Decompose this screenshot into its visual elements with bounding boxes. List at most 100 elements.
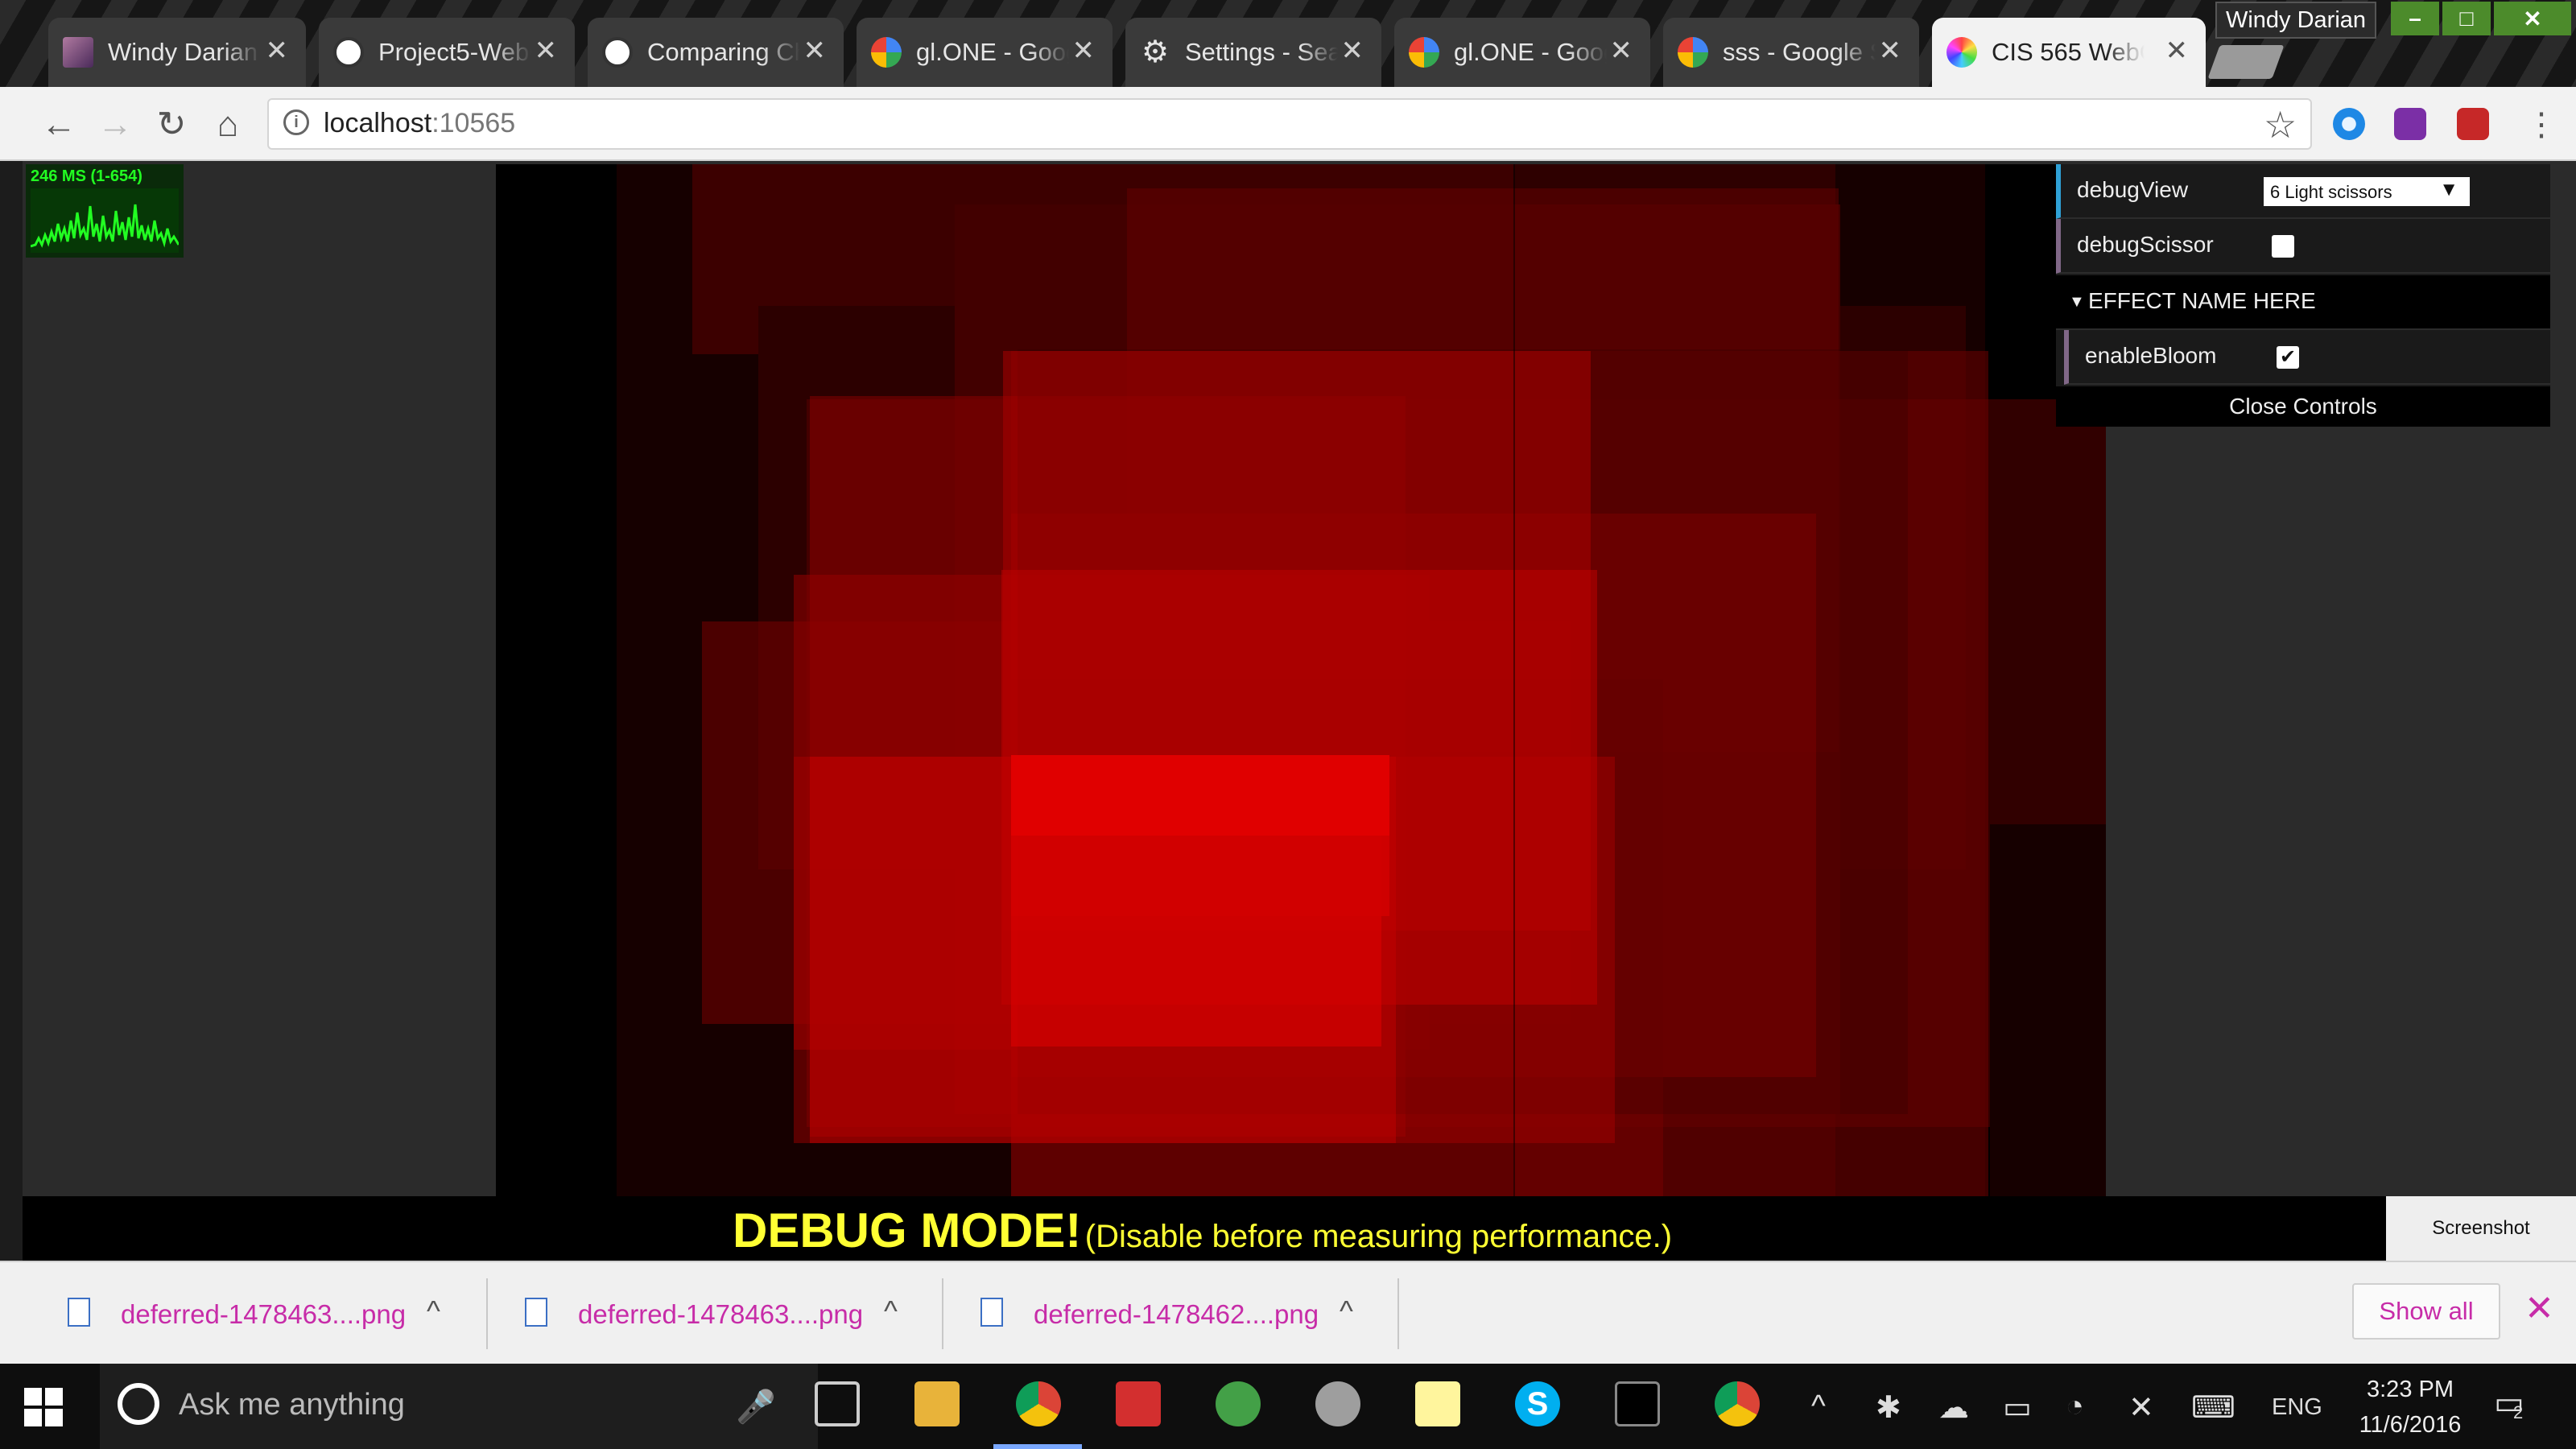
task-view-icon[interactable] xyxy=(815,1381,860,1426)
tab-label: CIS 565 WebGL xyxy=(1992,38,2145,66)
tab-project5[interactable]: Project5-WebGL ✕ xyxy=(319,18,575,87)
maximize-button[interactable]: □ xyxy=(2442,2,2491,35)
info-icon[interactable]: i xyxy=(283,109,309,135)
dropdown-arrow-icon: ▼ xyxy=(2439,179,2458,200)
blue-circle-extension-icon[interactable] xyxy=(2333,108,2365,140)
download-item[interactable]: deferred-1478462....png ^ xyxy=(937,1262,1394,1364)
acrobat-icon[interactable] xyxy=(1116,1381,1161,1426)
app-icon[interactable] xyxy=(1315,1381,1360,1426)
chrome-icon[interactable] xyxy=(1715,1381,1760,1426)
image-file-icon xyxy=(980,1298,1003,1327)
address-bar[interactable]: i localhost:10565 ☆ xyxy=(267,98,2312,150)
webgl-icon xyxy=(1946,37,1977,68)
tab-label: Project5-WebGL xyxy=(378,38,531,66)
chevron-up-icon[interactable]: ^ xyxy=(884,1294,898,1328)
tab-windy-darian[interactable]: Windy Darian ✕ xyxy=(48,18,306,87)
download-item[interactable]: deferred-1478463....png ^ xyxy=(24,1262,481,1364)
onenote-icon[interactable] xyxy=(2394,108,2426,140)
tab-cis565[interactable]: CIS 565 WebGL ✕ xyxy=(1932,18,2206,87)
volume-muted-icon[interactable]: ✕ xyxy=(2128,1389,2154,1426)
chevron-up-icon[interactable]: ^ xyxy=(427,1294,440,1328)
tab-label: gl.ONE - Google xyxy=(916,38,1069,66)
debugscissor-label: debugScissor xyxy=(2077,232,2214,257)
close-icon[interactable]: ✕ xyxy=(266,37,289,64)
language-indicator[interactable]: ENG xyxy=(2272,1394,2322,1421)
debugscissor-checkbox[interactable] xyxy=(2272,235,2294,258)
download-filename: deferred-1478463....png xyxy=(121,1299,407,1329)
close-icon[interactable]: ✕ xyxy=(1610,37,1633,64)
tab-glone-2[interactable]: gl.ONE - Google ✕ xyxy=(1394,18,1650,87)
download-filename: deferred-1478463....png xyxy=(578,1299,864,1329)
close-icon[interactable]: ✕ xyxy=(2165,37,2189,64)
chevron-up-icon[interactable]: ^ xyxy=(1340,1294,1353,1328)
clock-date: 11/6/2016 xyxy=(2359,1412,2462,1438)
sticky-notes-icon[interactable] xyxy=(1415,1381,1460,1426)
close-window-button[interactable]: ✕ xyxy=(2494,2,2571,35)
debugview-value: 6 Light scissors xyxy=(2270,182,2392,202)
image-file-icon xyxy=(525,1298,547,1327)
minimize-button[interactable]: – xyxy=(2391,2,2439,35)
dropbox-icon[interactable]: ✱ xyxy=(1876,1389,1901,1426)
tab-label: gl.ONE - Google xyxy=(1454,38,1607,66)
folder-label: EFFECT NAME HERE xyxy=(2088,288,2316,313)
red-bookmark-icon[interactable] xyxy=(2457,108,2489,140)
forward-icon[interactable]: → xyxy=(95,105,135,145)
back-icon[interactable]: ← xyxy=(39,105,79,145)
close-icon[interactable]: ✕ xyxy=(803,37,827,64)
active-app-indicator xyxy=(993,1444,1082,1449)
wifi-icon[interactable]: ◔ xyxy=(2066,1389,2084,1424)
reload-icon[interactable]: ↻ xyxy=(151,105,192,145)
screenshot-button[interactable]: Screenshot xyxy=(2386,1196,2576,1261)
enablebloom-checkbox[interactable]: ✔ xyxy=(2277,346,2299,369)
close-icon[interactable]: ✕ xyxy=(2524,1288,2554,1329)
folder-caret-icon: ▼ xyxy=(2069,293,2085,311)
close-icon[interactable]: ✕ xyxy=(1879,37,1902,64)
chrome-icon[interactable] xyxy=(1016,1381,1061,1426)
tab-settings[interactable]: ⚙ Settings - Search ✕ xyxy=(1125,18,1381,87)
keyboard-icon[interactable]: ⌨ xyxy=(2191,1389,2235,1426)
terminal-icon[interactable] xyxy=(1615,1381,1660,1426)
stats-graph xyxy=(30,188,180,253)
webgl-canvas[interactable] xyxy=(496,164,2106,1196)
profile-button[interactable]: Windy Darian xyxy=(2215,2,2376,39)
onedrive-icon[interactable]: ☁ xyxy=(1938,1389,1969,1426)
new-tab-button[interactable] xyxy=(2207,45,2285,79)
downloads-shelf: deferred-1478463....png ^ deferred-14784… xyxy=(0,1261,2576,1364)
notification-count: 2 xyxy=(2513,1402,2524,1422)
close-icon[interactable]: ✕ xyxy=(1341,37,1364,64)
bookmark-star-icon[interactable]: ☆ xyxy=(2264,103,2297,147)
tab-glone-1[interactable]: gl.ONE - Google ✕ xyxy=(857,18,1113,87)
home-icon[interactable]: ⌂ xyxy=(208,105,248,145)
gear-icon: ⚙ xyxy=(1141,35,1170,69)
windows-start-icon[interactable] xyxy=(24,1388,63,1426)
google-icon xyxy=(1678,37,1708,68)
notification-center-icon[interactable]: ▭ 2 xyxy=(2494,1385,2536,1426)
microphone-icon[interactable]: 🎤 xyxy=(736,1388,776,1426)
show-all-button[interactable]: Show all xyxy=(2352,1283,2500,1340)
chevron-up-icon[interactable]: ^ xyxy=(1811,1389,1826,1424)
download-filename: deferred-1478462....png xyxy=(1034,1299,1319,1329)
battery-icon[interactable]: ▭ xyxy=(2003,1389,2032,1426)
close-icon[interactable]: ✕ xyxy=(535,37,558,64)
stats-panel[interactable]: 246 MS (1-654) xyxy=(26,164,184,258)
skype-icon[interactable]: S xyxy=(1515,1381,1560,1426)
url-host: localhost xyxy=(324,108,432,138)
tab-label: Comparing Changes xyxy=(647,38,800,66)
debug-mode-title: DEBUG MODE! xyxy=(733,1203,1082,1257)
menu-icon[interactable]: ⋮ xyxy=(2521,105,2562,145)
controls-panel: debugView 6 Light scissors ▼ debugScisso… xyxy=(2056,164,2550,427)
cortana-search-box[interactable]: Ask me anything 🎤 xyxy=(100,1364,818,1449)
effect-folder-header[interactable]: ▼ EFFECT NAME HERE xyxy=(2056,275,2550,330)
atom-icon[interactable] xyxy=(1216,1381,1261,1426)
debug-mode-note: (Disable before measuring performance.) xyxy=(1084,1219,1673,1254)
download-item[interactable]: deferred-1478463....png ^ xyxy=(481,1262,939,1364)
close-controls-button[interactable]: Close Controls xyxy=(2056,386,2550,427)
clock-time: 3:23 PM xyxy=(2367,1377,2454,1402)
tab-sss[interactable]: sss - Google Search ✕ xyxy=(1663,18,1919,87)
debugview-select[interactable]: 6 Light scissors ▼ xyxy=(2264,177,2470,206)
google-icon xyxy=(871,37,902,68)
file-explorer-icon[interactable] xyxy=(914,1381,960,1426)
close-icon[interactable]: ✕ xyxy=(1072,37,1096,64)
tab-comparing[interactable]: Comparing Changes ✕ xyxy=(588,18,844,87)
clock[interactable]: 3:23 PM 11/6/2016 xyxy=(2346,1372,2475,1443)
